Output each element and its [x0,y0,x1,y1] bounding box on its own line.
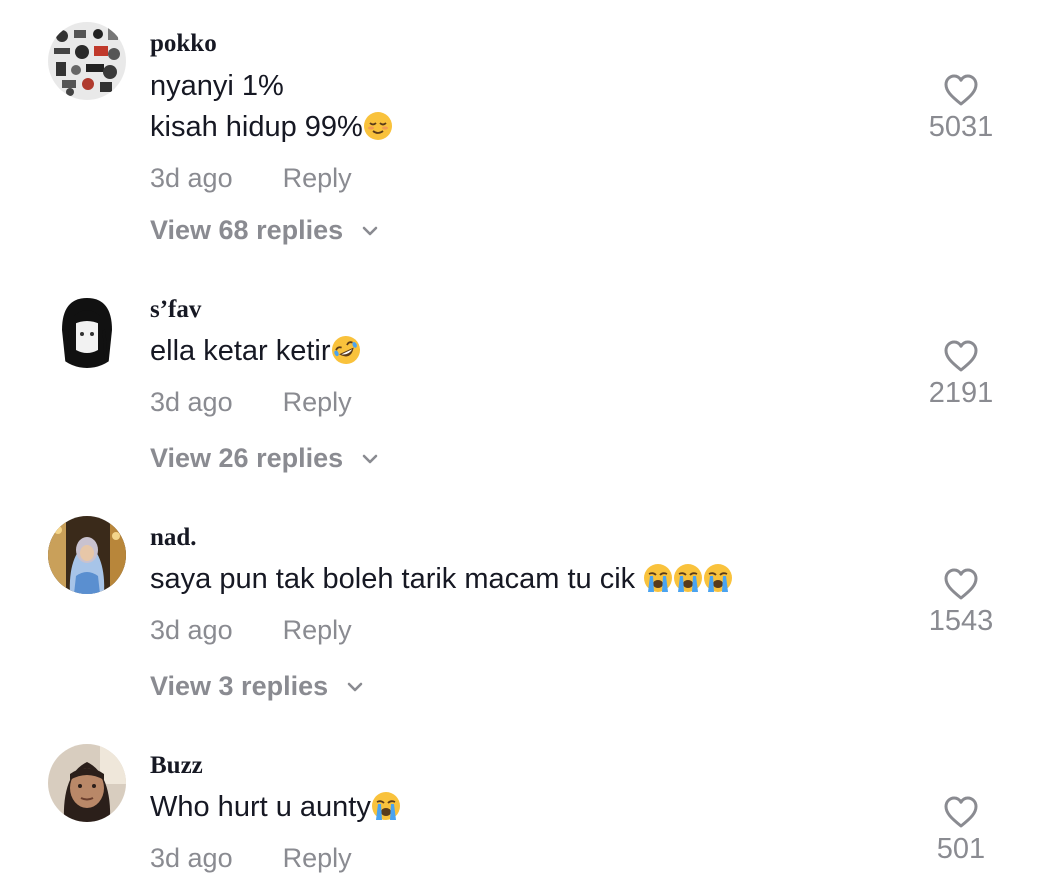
comment-text-line: ella ketar ketir [150,335,331,367]
comment-text-line: Who hurt u aunty [150,791,371,823]
comment-meta: 3d ago Reply [150,615,352,646]
comment-text: nyanyi 1% [150,69,284,103]
view-replies-button[interactable]: View 3 replies [150,671,364,702]
username[interactable]: pokko [150,30,217,58]
comment-item: pokko nyanyi 1% kisah hidup 99% 3d ago Re… [0,0,1048,270]
username[interactable]: Buzz [150,752,203,780]
timestamp: 3d ago [150,163,233,193]
loudly-crying-face-emoji-icon [643,563,673,593]
like-count: 2191 [928,377,994,409]
comment-text: saya pun tak boleh tarik macam tu cik [150,562,733,596]
avatar[interactable] [48,744,126,822]
heart-outline-icon[interactable] [943,795,979,829]
comment-meta: 3d ago Reply [150,163,352,194]
chevron-down-icon [362,454,378,464]
like-count: 5031 [928,111,994,143]
username[interactable]: s’fav [150,296,201,324]
comment-item: Buzz Who hurt u aunty 3d ago Reply 501 [0,730,1048,890]
reply-button[interactable]: Reply [283,387,352,417]
view-replies-label: View 26 replies [150,443,344,473]
relieved-face-emoji-icon [363,111,393,141]
reply-button[interactable]: Reply [283,163,352,193]
like-count: 1543 [928,605,994,637]
avatar[interactable] [48,516,126,594]
avatar[interactable] [48,290,126,368]
timestamp: 3d ago [150,615,233,645]
loudly-crying-face-emoji-icon [371,791,401,821]
heart-outline-icon[interactable] [943,567,979,601]
comment-text-line: kisah hidup 99% [150,111,363,143]
username[interactable]: nad. [150,524,197,552]
chevron-down-icon [347,682,363,692]
comment-text: Who hurt u aunty [150,790,401,824]
timestamp: 3d ago [150,387,233,417]
like-count: 501 [936,833,986,865]
comment-item: nad. saya pun tak boleh tarik macam tu c… [0,500,1048,730]
loudly-crying-face-emoji-icon [703,563,733,593]
like-control: 5031 [924,73,998,144]
comment-text-line: saya pun tak boleh tarik macam tu cik [150,563,644,595]
reply-button[interactable]: Reply [283,615,352,645]
view-replies-button[interactable]: View 26 replies [150,443,379,474]
comment-text: kisah hidup 99% [150,110,393,144]
heart-outline-icon[interactable] [943,339,979,373]
loudly-crying-face-emoji-icon [673,563,703,593]
comment-text-line: nyanyi 1% [150,70,284,102]
timestamp: 3d ago [150,843,233,873]
like-control: 2191 [924,339,998,410]
comment-item: s’fav ella ketar ketir 3d ago Reply View … [0,270,1048,500]
like-control: 1543 [924,567,998,638]
view-replies-label: View 3 replies [150,671,329,701]
comment-meta: 3d ago Reply [150,387,352,418]
comment-meta: 3d ago Reply [150,843,352,874]
view-replies-button[interactable]: View 68 replies [150,215,379,246]
view-replies-label: View 68 replies [150,215,344,245]
comment-text: ella ketar ketir [150,334,361,368]
rolling-on-floor-laughing-emoji-icon [331,335,361,365]
reply-button[interactable]: Reply [283,843,352,873]
chevron-down-icon [362,226,378,236]
like-control: 501 [924,795,998,866]
heart-outline-icon[interactable] [943,73,979,107]
avatar[interactable] [48,22,126,100]
